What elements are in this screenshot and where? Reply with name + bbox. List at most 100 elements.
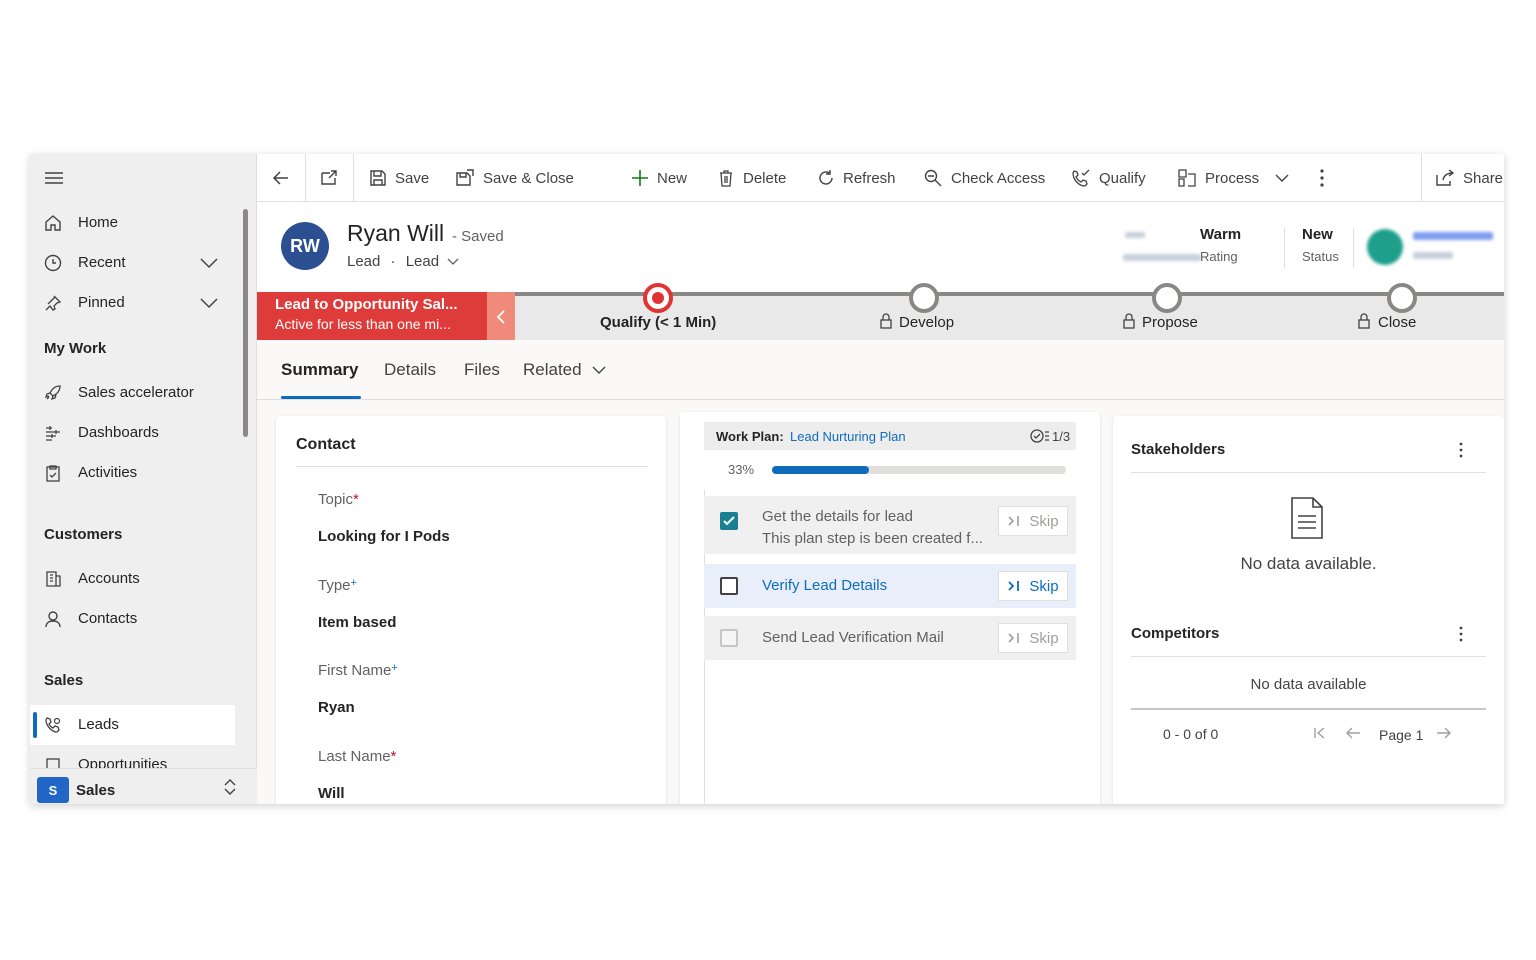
stage-node bbox=[909, 283, 939, 313]
checkbox-disabled[interactable] bbox=[720, 629, 738, 647]
chevron-down-icon[interactable] bbox=[200, 256, 218, 270]
sidebar-item-accounts[interactable]: Accounts bbox=[30, 559, 235, 599]
chevron-down-icon bbox=[447, 258, 459, 265]
sidebar-item-dashboards[interactable]: Dashboards bbox=[30, 413, 235, 453]
plan-step[interactable]: Get the details for lead This plan step … bbox=[704, 496, 1076, 554]
header-field-status[interactable]: New Status bbox=[1302, 226, 1339, 264]
sidebar-item-home[interactable]: Home bbox=[30, 203, 235, 243]
trash-icon bbox=[720, 170, 732, 187]
sidebar-item-leads[interactable]: Leads bbox=[30, 705, 235, 745]
field-label-last-name: Last Name* bbox=[318, 748, 397, 765]
arrow-right-icon[interactable] bbox=[1436, 726, 1452, 740]
sidebar-item-label: Recent bbox=[78, 254, 126, 271]
arrow-left-icon[interactable] bbox=[1345, 726, 1361, 740]
lock-icon bbox=[880, 313, 892, 329]
form-name[interactable]: Lead bbox=[406, 253, 439, 270]
field-topic[interactable]: Looking for I Pods bbox=[318, 528, 450, 545]
check-icon bbox=[723, 516, 735, 526]
new-button[interactable]: New bbox=[631, 154, 687, 202]
process-button[interactable]: Process bbox=[1177, 154, 1297, 202]
avatar: RW bbox=[281, 222, 329, 270]
sidebar-scrollbar[interactable] bbox=[243, 209, 248, 437]
sidebar-item-recent[interactable]: Recent bbox=[30, 243, 235, 283]
field-first-name[interactable]: Ryan bbox=[318, 699, 355, 716]
redacted-field bbox=[1123, 254, 1201, 261]
area-badge: S bbox=[37, 777, 69, 803]
rocket-icon bbox=[44, 385, 61, 401]
share-icon bbox=[1436, 169, 1455, 186]
save-status: - Saved bbox=[452, 228, 504, 245]
field-label-topic: Topic* bbox=[318, 491, 359, 508]
sidebar-item-label: Dashboards bbox=[78, 424, 159, 441]
skip-button[interactable]: Skip bbox=[998, 623, 1068, 653]
progress-track bbox=[772, 466, 1066, 474]
checkbox-checked[interactable] bbox=[720, 512, 738, 530]
refresh-button[interactable]: Refresh bbox=[817, 154, 896, 202]
plan-step[interactable]: Send Lead Verification Mail Skip bbox=[704, 616, 1076, 660]
collapse-process-button[interactable] bbox=[487, 292, 515, 340]
header-field-rating[interactable]: Warm Rating bbox=[1200, 226, 1241, 264]
field-last-name[interactable]: Will bbox=[318, 785, 345, 802]
entity-name: Lead bbox=[347, 253, 381, 270]
owner-avatar[interactable] bbox=[1367, 229, 1403, 265]
entity-form-switcher[interactable]: Lead · Lead bbox=[347, 253, 459, 270]
save-close-button[interactable]: Save & Close bbox=[455, 154, 574, 202]
dashboard-icon bbox=[46, 426, 60, 441]
step-title: Get the details for lead bbox=[762, 508, 913, 525]
chevron-down-icon bbox=[592, 366, 606, 374]
more-commands-button[interactable] bbox=[1319, 154, 1333, 202]
competitors-empty: No data available bbox=[1250, 676, 1367, 693]
check-access-button[interactable]: Check Access bbox=[923, 154, 1045, 202]
sidebar-item-contacts[interactable]: Contacts bbox=[30, 599, 235, 639]
more-vertical-icon bbox=[1320, 169, 1324, 187]
chevron-down-icon[interactable] bbox=[200, 296, 218, 310]
clock-icon bbox=[44, 254, 62, 272]
process-name: Lead to Opportunity Sal... bbox=[275, 296, 458, 313]
tab-details[interactable]: Details bbox=[384, 360, 436, 380]
back-button[interactable] bbox=[271, 154, 299, 202]
business-process-flow: Lead to Opportunity Sal... Active for le… bbox=[257, 283, 1504, 340]
field-type[interactable]: Item based bbox=[318, 614, 396, 631]
open-new-window-button[interactable] bbox=[319, 154, 347, 202]
sidebar-item-pinned[interactable]: Pinned bbox=[30, 283, 235, 323]
checkbox[interactable] bbox=[720, 577, 738, 595]
task-check-icon bbox=[1030, 429, 1049, 443]
sidebar-item-activities[interactable]: Activities bbox=[30, 453, 235, 493]
process-flag[interactable]: Lead to Opportunity Sal... Active for le… bbox=[257, 292, 487, 340]
tab-related[interactable]: Related bbox=[523, 360, 606, 380]
save-button[interactable]: Save bbox=[369, 154, 429, 202]
sitemap-sidebar: Home Recent Pinned My Work Sales acceler… bbox=[30, 154, 257, 804]
tab-files[interactable]: Files bbox=[464, 360, 500, 380]
share-label: Share bbox=[1463, 169, 1504, 187]
chevron-left-icon bbox=[496, 310, 505, 324]
pin-icon bbox=[45, 295, 62, 311]
section-title: Contact bbox=[296, 436, 356, 453]
skip-button[interactable]: Skip bbox=[998, 571, 1068, 601]
first-page-icon[interactable] bbox=[1313, 726, 1327, 740]
delete-button[interactable]: Delete bbox=[717, 154, 786, 202]
hamburger-icon[interactable] bbox=[44, 170, 64, 186]
sidebar-item-sales-accelerator[interactable]: Sales accelerator bbox=[30, 373, 235, 413]
save-label: Save bbox=[395, 169, 430, 187]
area-label: Sales bbox=[76, 782, 116, 799]
skip-icon bbox=[1008, 516, 1020, 526]
tab-summary[interactable]: Summary bbox=[281, 360, 358, 380]
skip-label: Skip bbox=[1029, 512, 1059, 530]
qualify-button[interactable]: Qualify bbox=[1071, 154, 1146, 202]
pager-range: 0 - 0 of 0 bbox=[1163, 726, 1219, 742]
skip-button[interactable]: Skip bbox=[998, 506, 1068, 536]
field-label-first-name: First Name+ bbox=[318, 662, 398, 679]
work-plan-name[interactable]: Lead Nurturing Plan bbox=[790, 429, 906, 444]
process-icon bbox=[1178, 169, 1196, 187]
refresh-icon bbox=[819, 170, 833, 185]
more-vertical-icon[interactable] bbox=[1458, 625, 1464, 643]
work-plan-progress: 33% bbox=[704, 450, 1076, 490]
rating-value: Warm bbox=[1200, 226, 1242, 243]
plan-step-active[interactable]: Verify Lead Details Skip bbox=[704, 564, 1076, 608]
sidebar-item-opportunities[interactable]: Opportunities bbox=[30, 745, 235, 768]
plus-icon bbox=[632, 170, 648, 186]
share-button[interactable]: Share bbox=[1435, 154, 1503, 202]
area-switcher[interactable]: S Sales bbox=[30, 768, 257, 804]
stage-node-active bbox=[643, 283, 673, 313]
more-vertical-icon[interactable] bbox=[1458, 441, 1464, 459]
